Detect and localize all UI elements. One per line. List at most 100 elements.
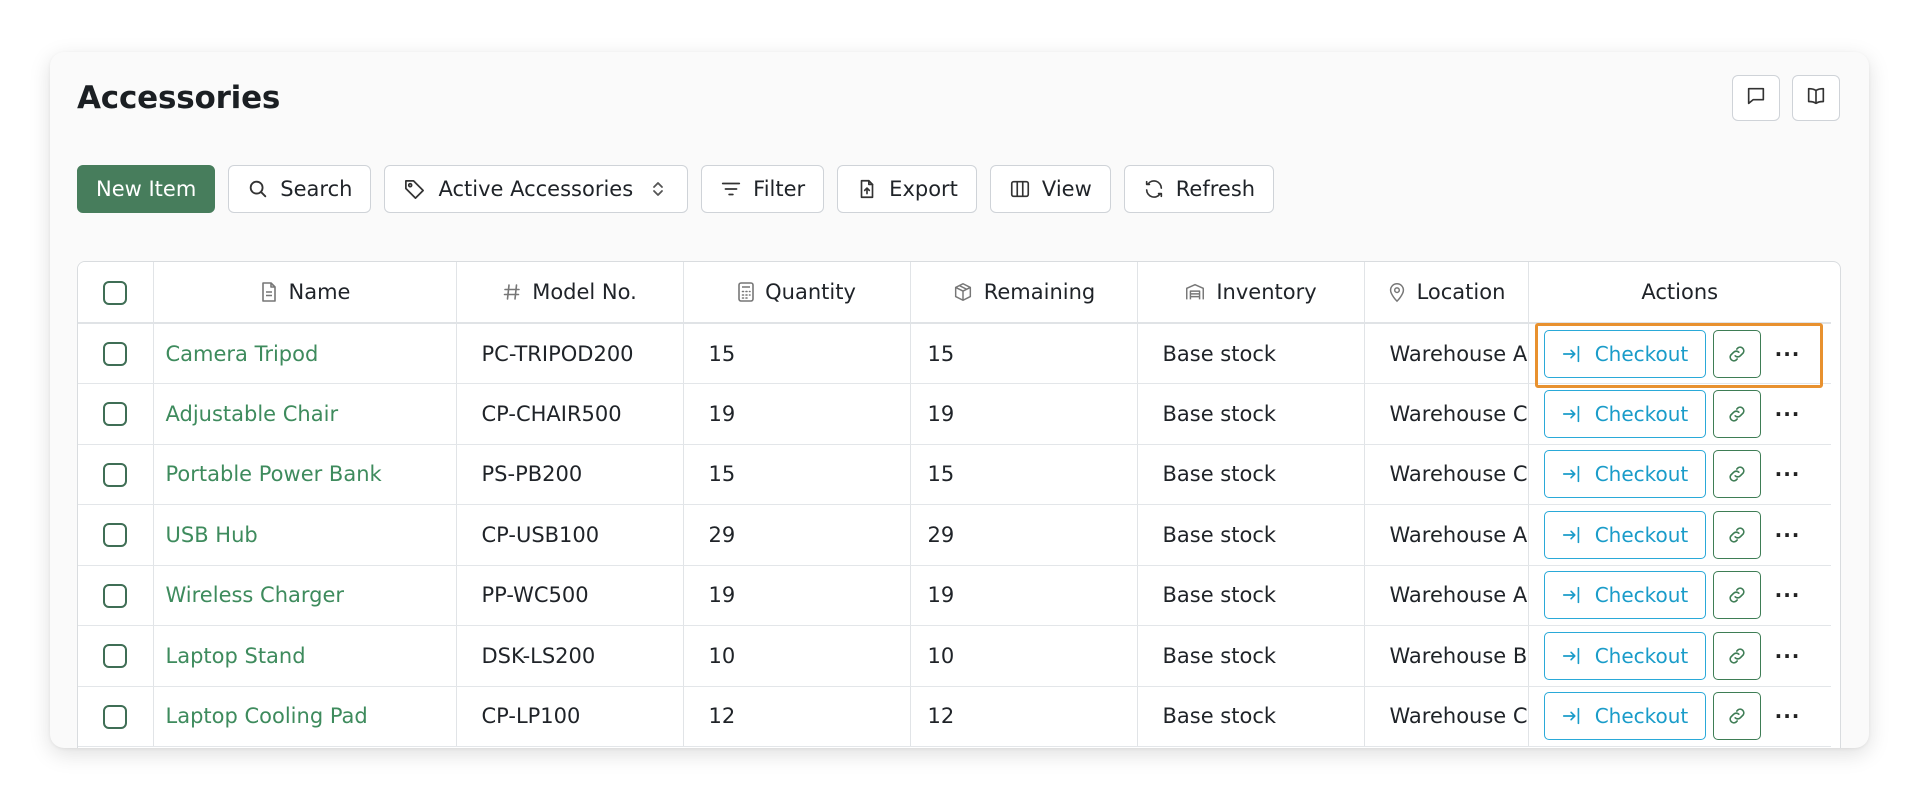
ellipsis-icon: ···: [1774, 401, 1801, 426]
filter-icon: [720, 178, 742, 200]
link-button[interactable]: [1712, 510, 1761, 559]
row-select-cell: [78, 444, 154, 505]
column-header-name[interactable]: Name: [153, 262, 457, 324]
docs-button[interactable]: [1792, 75, 1840, 121]
table-row[interactable]: USB Hub CP-USB100 29 29 Base stock Wareh…: [78, 504, 1831, 566]
tag-icon: [403, 178, 426, 201]
link-button[interactable]: [1712, 450, 1761, 499]
column-label: Name: [288, 280, 351, 304]
item-name-link[interactable]: Laptop Cooling Pad: [166, 704, 368, 728]
row-select-cell: [78, 625, 154, 687]
row-checkbox[interactable]: [103, 342, 128, 366]
comments-button[interactable]: [1732, 75, 1780, 121]
link-button[interactable]: [1712, 329, 1761, 378]
top-actions: [1732, 75, 1840, 121]
checkout-button[interactable]: Checkout: [1543, 571, 1706, 620]
location-cell: Warehouse B: [1364, 625, 1529, 687]
table-row[interactable]: Laptop Cooling Pad CP-LP100 12 12 Base s…: [78, 686, 1831, 747]
row-checkbox[interactable]: [103, 704, 128, 729]
model-cell: CP-LP100: [456, 686, 684, 747]
column-label: Actions: [1641, 280, 1719, 304]
item-name-link[interactable]: Adjustable Chair: [166, 402, 339, 426]
row-checkbox[interactable]: [103, 523, 128, 548]
more-options-button[interactable]: ···: [1768, 692, 1808, 740]
column-header-location[interactable]: Location: [1364, 262, 1529, 324]
checkout-icon: [1561, 524, 1583, 546]
search-icon: [247, 178, 269, 200]
row-checkbox[interactable]: [103, 402, 128, 427]
select-all-cell: [78, 262, 154, 324]
filter-button[interactable]: Filter: [701, 165, 825, 213]
ellipsis-icon: ···: [1774, 643, 1801, 668]
name-cell: Laptop Stand: [153, 625, 457, 687]
table-row[interactable]: Laptop Stand DSK-LS200 10 10 Base stock …: [78, 625, 1831, 687]
link-icon: [1726, 705, 1748, 727]
view-button-label: View: [1041, 177, 1092, 201]
table-row[interactable]: Camera Tripod PC-TRIPOD200 15 15 Base st…: [78, 323, 1831, 384]
export-button[interactable]: Export: [837, 165, 977, 213]
more-options-button[interactable]: ···: [1768, 632, 1808, 680]
quantity-cell: 29: [683, 504, 911, 566]
checkout-label: Checkout: [1594, 522, 1689, 547]
new-item-button[interactable]: New Item: [77, 165, 216, 213]
checkout-icon: [1561, 403, 1583, 425]
search-button[interactable]: Search: [228, 165, 372, 213]
more-options-button[interactable]: ···: [1768, 450, 1808, 498]
calculator-icon: [737, 281, 755, 303]
active-accessories-select[interactable]: Active Accessories: [384, 165, 689, 213]
column-label: Quantity: [765, 280, 856, 304]
item-name-link[interactable]: Laptop Stand: [166, 644, 306, 668]
column-header-remaining[interactable]: Remaining: [910, 262, 1138, 324]
row-checkbox[interactable]: [103, 583, 128, 608]
checkout-button[interactable]: Checkout: [1543, 510, 1706, 559]
link-button[interactable]: [1712, 631, 1761, 680]
model-cell: CP-CHAIR500: [456, 383, 684, 445]
item-name-link[interactable]: Portable Power Bank: [166, 462, 382, 486]
more-options-button[interactable]: ···: [1768, 330, 1808, 378]
more-options-button[interactable]: ···: [1768, 390, 1808, 438]
table-row[interactable]: Portable Power Bank PS-PB200 15 15 Base …: [78, 444, 1831, 505]
table-row[interactable]: Adjustable Chair CP-CHAIR500 19 19 Base …: [78, 383, 1831, 445]
select-all-checkbox[interactable]: [103, 280, 128, 305]
view-button[interactable]: View: [989, 165, 1111, 213]
search-button-label: Search: [280, 177, 353, 201]
column-header-inventory[interactable]: Inventory: [1137, 262, 1365, 324]
checkout-button[interactable]: Checkout: [1543, 389, 1706, 438]
column-label: Location: [1416, 280, 1506, 304]
item-name-link[interactable]: Wireless Charger: [166, 583, 345, 607]
quantity-cell: 19: [683, 565, 911, 626]
refresh-button[interactable]: Refresh: [1123, 165, 1275, 213]
item-name-link[interactable]: Camera Tripod: [166, 342, 319, 366]
model-cell: PP-WC500: [456, 565, 684, 626]
table-header-row: Name Model No. Quantity Remaining Invent…: [78, 262, 1831, 324]
link-button[interactable]: [1712, 571, 1761, 620]
checkout-button[interactable]: Checkout: [1543, 692, 1706, 741]
remaining-cell: 15: [910, 323, 1138, 384]
column-header-quantity[interactable]: Quantity: [683, 262, 911, 324]
remaining-cell: 19: [910, 383, 1138, 445]
row-checkbox[interactable]: [103, 462, 128, 487]
toolbar: New Item Search Active Accessories Filte…: [77, 165, 1275, 213]
link-button[interactable]: [1712, 692, 1761, 741]
box-icon: [952, 281, 974, 303]
item-name-link[interactable]: USB Hub: [166, 523, 258, 547]
inventory-cell: Base stock: [1137, 565, 1365, 626]
link-icon: [1726, 463, 1748, 485]
column-header-actions: Actions: [1528, 262, 1831, 324]
page-title: Accessories: [77, 80, 281, 116]
ellipsis-icon: ···: [1774, 704, 1801, 729]
table-row[interactable]: Wireless Charger PP-WC500 19 19 Base sto…: [78, 565, 1831, 626]
checkout-button[interactable]: Checkout: [1543, 631, 1706, 680]
row-select-cell: [78, 504, 154, 566]
checkout-button[interactable]: Checkout: [1543, 450, 1706, 499]
more-options-button[interactable]: ···: [1768, 571, 1808, 619]
link-icon: [1726, 524, 1748, 546]
column-header-model[interactable]: Model No.: [456, 262, 684, 324]
link-button[interactable]: [1712, 389, 1761, 438]
checkout-icon: [1561, 705, 1583, 727]
location-cell: Warehouse C: [1364, 383, 1529, 445]
name-cell: Camera Tripod: [153, 323, 457, 384]
row-checkbox[interactable]: [103, 644, 128, 669]
more-options-button[interactable]: ···: [1768, 511, 1808, 559]
checkout-button[interactable]: Checkout: [1543, 329, 1706, 378]
